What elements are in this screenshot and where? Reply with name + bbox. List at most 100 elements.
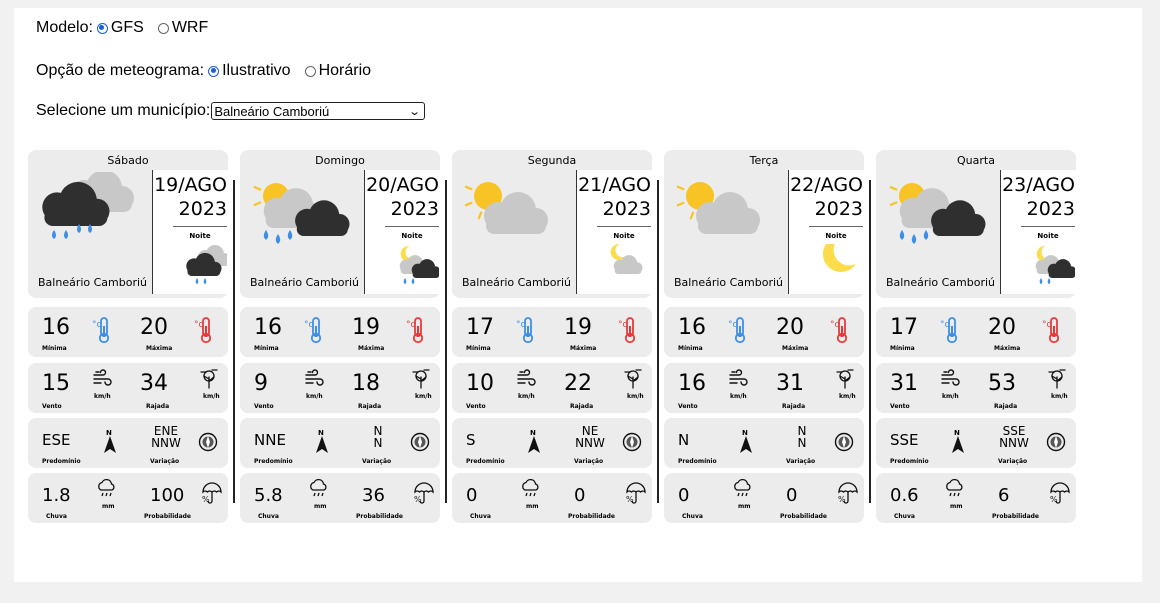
wind-icon [728, 369, 750, 396]
rain-amount-value: 1.8 [42, 485, 71, 506]
noite-label: Noite [1037, 232, 1059, 240]
temperature-row: 17 °c Mínima 19 °c Máxima [452, 307, 652, 357]
vento-label: Vento [42, 403, 62, 410]
day-summary-card: Sábado Balneário Camboriú 19/AGO 2023 No… [28, 150, 230, 298]
variacao-label: Variação [786, 458, 816, 465]
radio-ilustrativo[interactable]: Ilustrativo [204, 62, 291, 80]
rain-probability-value: 6 [998, 485, 1010, 506]
wind-speed-value: 31 [890, 371, 918, 396]
svg-text:°c: °c [830, 320, 840, 330]
rain-row: 0.6 mm Chuva 6 % Probabilidade [876, 473, 1076, 523]
municipio-row: Selecione um município: Balneário Cambor… [36, 102, 426, 120]
moon-rain-cloud-icon [1031, 244, 1077, 295]
chuva-label: Chuva [46, 513, 67, 520]
radio-wrf[interactable]: WRF [154, 19, 208, 37]
temperature-row: 17 °c Mínima 20 °c Máxima [876, 307, 1076, 357]
radio-wrf-indicator[interactable] [157, 22, 169, 34]
date-box: 21/AGO 2023 Noite [576, 170, 653, 294]
sun-cloud-icon [670, 172, 780, 261]
radio-horario[interactable]: Horário [301, 62, 371, 80]
min-label: Mínima [678, 345, 703, 352]
min-label: Mínima [890, 345, 915, 352]
svg-text:°c: °c [618, 320, 628, 330]
thermometer-hot-icon: °c [830, 316, 850, 349]
thermometer-hot-icon: °c [406, 316, 426, 349]
date-year: 2023 [814, 198, 863, 220]
radio-horario-indicator[interactable] [304, 65, 316, 77]
gust-value: 18 [352, 371, 380, 396]
rajada-label: Rajada [782, 403, 806, 410]
umbrella-percent-icon: % [624, 481, 648, 510]
wind-row: 10 km/h Vento 22 km/h Rajada [452, 363, 652, 413]
modelo-label: Modelo: [36, 19, 93, 36]
rain-unit: mm [950, 503, 963, 510]
predominant-direction: SSE [890, 431, 919, 449]
chuva-label: Chuva [470, 513, 491, 520]
umbrella-percent-icon: % [1048, 481, 1072, 510]
vento-label: Vento [678, 403, 698, 410]
radio-ilustrativo-label: Ilustrativo [222, 62, 291, 79]
radio-horario-label: Horário [318, 62, 372, 79]
predominio-label: Predomínio [890, 458, 929, 465]
rain-cloud-small-icon [944, 478, 966, 506]
direction-row: NNE N Predomínio N N Variação [240, 418, 440, 468]
svg-text:°c: °c [940, 320, 950, 330]
rain-unit: mm [526, 503, 539, 510]
chevron-down-icon: ⌄ [408, 105, 422, 118]
svg-text:N: N [106, 429, 112, 437]
date-divider [385, 226, 439, 227]
max-label: Máxima [994, 345, 1021, 352]
svg-text:°c: °c [304, 320, 314, 330]
date-box: 19/AGO 2023 Noite [152, 170, 230, 294]
rain-unit: mm [102, 503, 115, 510]
sun-rain-cloud-icon [246, 172, 356, 261]
min-temp-value: 16 [254, 315, 282, 340]
city-name: Balneário Camboriú [462, 276, 572, 289]
variation-directions: N N [780, 425, 824, 449]
municipio-select-value: Balneário Camboriú [214, 103, 330, 119]
svg-text:%: % [838, 495, 846, 504]
date-box: 23/AGO 2023 Noite [1000, 170, 1077, 294]
date-year: 2023 [178, 198, 227, 220]
vento-label: Vento [254, 403, 274, 410]
sun-cloud-icon [458, 172, 568, 261]
radio-wrf-label: WRF [171, 19, 209, 36]
svg-text:%: % [626, 495, 634, 504]
svg-text:°c: °c [516, 320, 526, 330]
radio-gfs-indicator[interactable] [96, 22, 108, 34]
svg-text:N: N [530, 429, 536, 437]
rain-cloud-small-icon [308, 478, 330, 506]
modelo-row: Modelo: GFS WRF [36, 19, 218, 37]
direction-row: S N Predomínio NE NNW Variação [452, 418, 652, 468]
municipio-select[interactable]: Balneário Camboriú ⌄ [211, 102, 426, 120]
svg-text:N: N [318, 429, 324, 437]
wind-speed-value: 16 [678, 371, 706, 396]
opcao-label: Opção de meteograma: [36, 62, 205, 79]
variation-directions: SSE NNW [992, 425, 1036, 449]
gust-value: 34 [140, 371, 168, 396]
date-year: 2023 [390, 198, 439, 220]
noite-label: Noite [189, 232, 211, 240]
radio-gfs[interactable]: GFS [93, 19, 144, 37]
day-name: Terça [749, 154, 779, 167]
min-label: Mínima [254, 345, 279, 352]
radio-ilustrativo-indicator[interactable] [208, 65, 220, 77]
rain-cloud-small-icon [96, 478, 118, 506]
predominio-label: Predomínio [254, 458, 293, 465]
date-divider [809, 226, 863, 227]
variation-dir-2: NNW [999, 436, 1029, 450]
rain-row: 1.8 mm Chuva 100 % Probabilidade [28, 473, 228, 523]
min-temp-value: 17 [466, 315, 494, 340]
day-summary-card: Quarta Balneário Camboriú 23/AGO 2023 No… [876, 150, 1077, 298]
variation-dir-2: NNW [151, 436, 181, 450]
thermometer-hot-icon: °c [194, 316, 214, 349]
moon-icon [819, 235, 863, 295]
north-arrow-icon: N [738, 428, 754, 459]
svg-text:°c: °c [406, 320, 416, 330]
svg-text:N: N [742, 429, 748, 437]
max-label: Máxima [782, 345, 809, 352]
probabilidade-label: Probabilidade [144, 513, 191, 520]
gust-value: 53 [988, 371, 1016, 396]
city-name: Balneário Camboriú [886, 276, 996, 289]
wind-unit: km/h [518, 393, 535, 400]
